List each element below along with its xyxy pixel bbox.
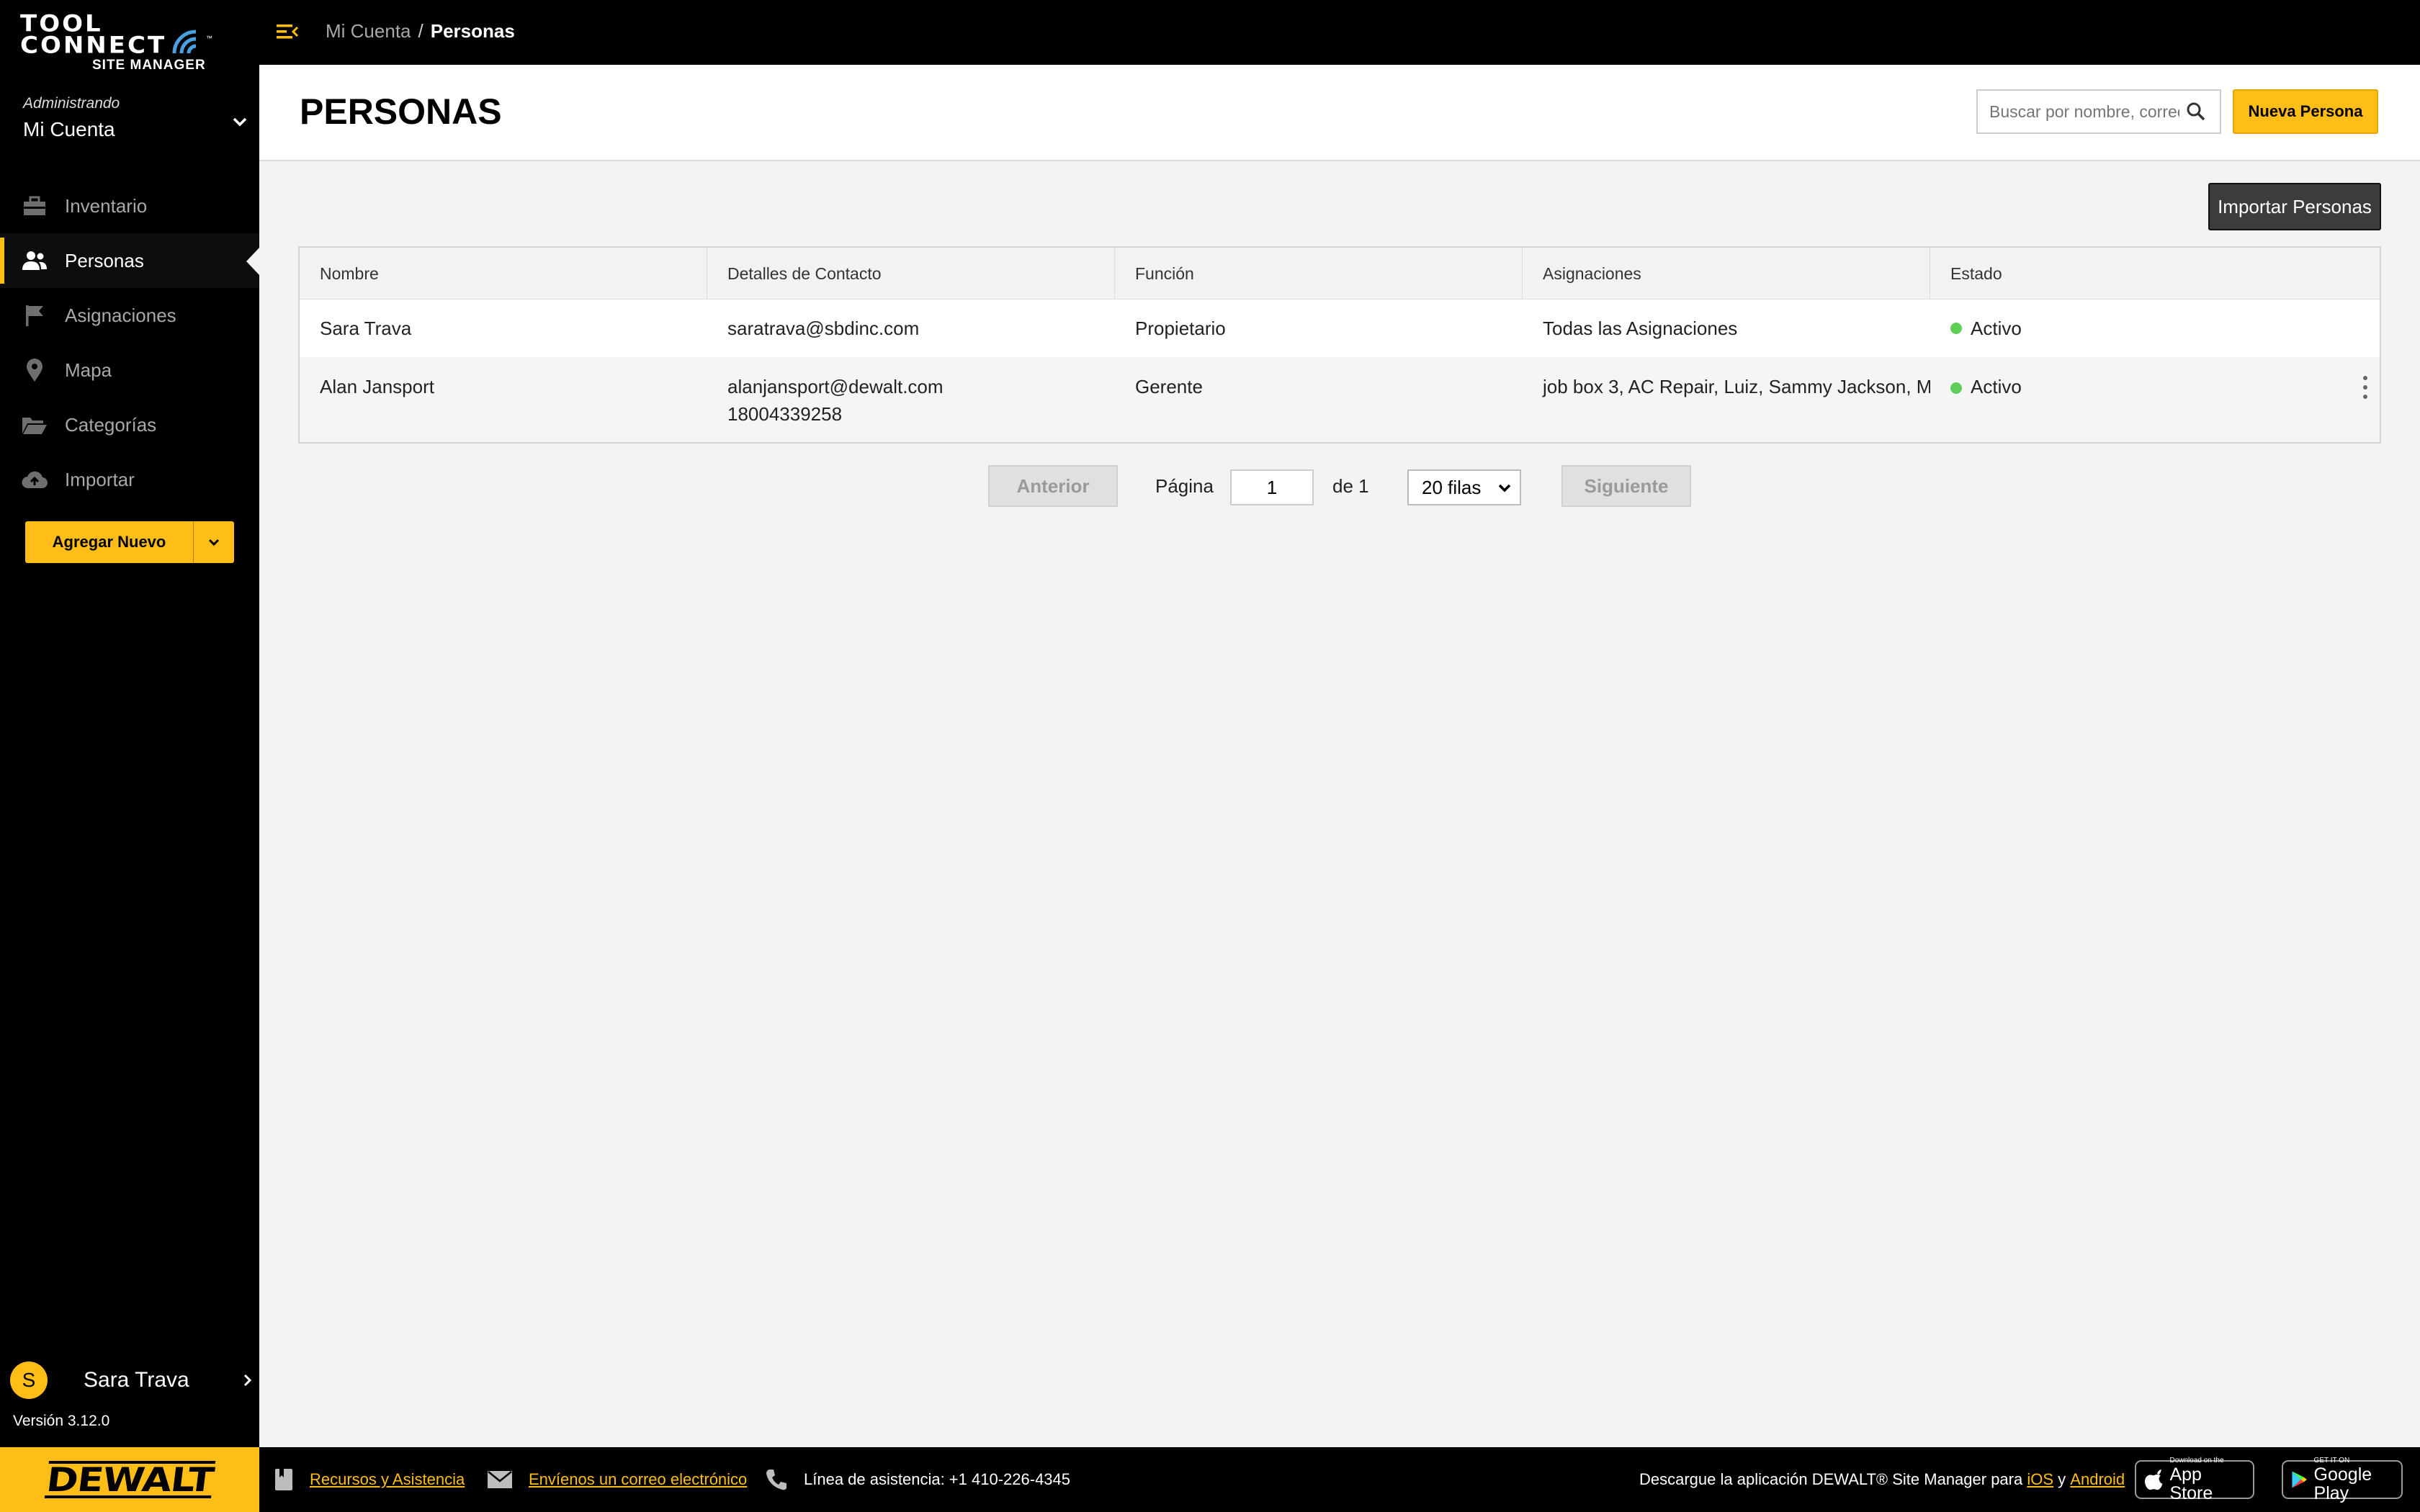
footer: DEWALT Recursos y Asistencia Envíenos un… [0, 1447, 2420, 1512]
hotline-item: Línea de asistencia: +1 410-226-4345 [765, 1447, 1070, 1512]
breadcrumb-separator: / [418, 20, 424, 42]
resources-link[interactable]: Recursos y Asistencia [310, 1470, 465, 1489]
user-name: Sara Trava [84, 1368, 189, 1392]
apple-icon [2144, 1469, 2163, 1490]
sidebar-item-label: Mapa [65, 359, 112, 381]
breadcrumb-current: Personas [430, 20, 515, 42]
cell-phone: 18004339258 [727, 403, 843, 425]
cell-assignments: Todas las Asignaciones [1543, 317, 1738, 339]
cell-email: alanjansport@dewalt.com [727, 376, 944, 397]
sidebar-item-label: Inventario [65, 194, 148, 217]
table-row[interactable]: Alan Jansport alanjansport@dewalt.com 18… [300, 357, 2380, 442]
phone-icon [765, 1468, 788, 1491]
sidebar-item-label: Categorías [65, 413, 157, 436]
cell-assignments: job box 3, AC Repair, Luiz, Sammy Jackso… [1543, 376, 1930, 397]
email-link-item[interactable]: Envíenos un correo electrónico [487, 1447, 747, 1512]
admin-label: Administrando [23, 95, 120, 112]
status-dot [1950, 323, 1962, 334]
people-icon [22, 248, 48, 274]
folder-icon [22, 412, 48, 438]
cell-contact: alanjansport@dewalt.com 18004339258 [707, 357, 1115, 442]
envelope-icon [487, 1470, 513, 1489]
user-menu[interactable]: S Sara Trava [10, 1361, 255, 1400]
cloud-upload-icon [22, 467, 48, 492]
tool-connect-logo[interactable]: TOOL CONNECT SITE MANAGER ™ [20, 12, 222, 73]
table-row[interactable]: Sara Trava saratrava@sbdinc.com Propieta… [300, 300, 2380, 357]
wifi-signal-icon [172, 30, 197, 54]
sidebar-item-label: Personas [65, 249, 144, 271]
search-input[interactable] [1978, 91, 2179, 132]
previous-page-button[interactable]: Anterior [988, 465, 1118, 507]
page-title: PERSONAS [300, 91, 502, 132]
import-people-button[interactable]: Importar Personas [2208, 183, 2381, 230]
page-header: PERSONAS Nueva Persona [259, 65, 2420, 161]
column-header-contact[interactable]: Detalles de Contacto [707, 248, 1115, 300]
status-badge: Activo [1971, 317, 2022, 339]
flag-icon [22, 302, 48, 328]
email-link[interactable]: Envíenos un correo electrónico [529, 1470, 747, 1489]
chevron-down-icon[interactable] [194, 521, 234, 563]
cell-email: saratrava@sbdinc.com [727, 317, 920, 339]
status-badge: Activo [1971, 376, 2022, 397]
sidebar-item-personas[interactable]: Personas [0, 233, 259, 288]
chevron-down-icon[interactable] [229, 111, 251, 132]
dewalt-logo: DEWALT [0, 1447, 259, 1512]
sidebar-item-mapa[interactable]: Mapa [0, 343, 259, 397]
cell-name: Alan Jansport [320, 376, 434, 397]
avatar: S [10, 1362, 48, 1399]
search-icon[interactable] [2179, 102, 2213, 122]
cell-name: Sara Trava [320, 317, 412, 339]
breadcrumb: Mi Cuenta / Personas [326, 20, 515, 42]
cell-status: Activo [1930, 357, 2380, 442]
app-store-badge[interactable]: Download on the App Store [2135, 1457, 2254, 1503]
sidebar-item-asignaciones[interactable]: Asignaciones [0, 288, 259, 343]
new-person-button[interactable]: Nueva Persona [2233, 89, 2378, 134]
column-header-name[interactable]: Nombre [300, 248, 707, 300]
cell-status: Activo [1930, 300, 2380, 357]
cell-role: Gerente [1135, 376, 1203, 397]
sidebar-item-inventario[interactable]: Inventario [0, 179, 259, 233]
chevron-right-icon [243, 1374, 252, 1387]
page-total-label: de 1 [1332, 474, 1369, 497]
status-dot [1950, 382, 1962, 395]
chevron-down-icon [1498, 484, 1511, 492]
column-header-status[interactable]: Estado [1930, 248, 2380, 300]
hotline-text: Línea de asistencia: +1 410-226-4345 [804, 1470, 1071, 1488]
collapse-menu-icon[interactable] [275, 22, 300, 42]
google-play-icon [2292, 1471, 2307, 1488]
add-new-button[interactable]: Agregar Nuevo [25, 521, 234, 563]
ios-link[interactable]: iOS [2027, 1470, 2053, 1489]
column-header-role[interactable]: Función [1115, 248, 1523, 300]
resources-link-item[interactable]: Recursos y Asistencia [274, 1447, 465, 1512]
download-app-text: Descargue la aplicación DEWALT® Site Man… [1639, 1470, 2125, 1489]
sidebar-item-importar[interactable]: Importar [0, 452, 259, 507]
people-table: Nombre Detalles de Contacto Función Asig… [298, 246, 2381, 444]
sidebar: TOOL CONNECT SITE MANAGER ™ Administrand… [0, 0, 259, 1447]
rows-per-page-select[interactable]: 20 filas [1407, 469, 1521, 505]
sidebar-nav: Inventario Personas Asignaciones Mapa Ca… [0, 179, 259, 507]
sidebar-item-categorias[interactable]: Categorías [0, 397, 259, 452]
add-new-label[interactable]: Agregar Nuevo [25, 521, 194, 563]
breadcrumb-parent[interactable]: Mi Cuenta [326, 20, 411, 42]
account-name[interactable]: Mi Cuenta [23, 118, 115, 141]
page-number-input[interactable] [1230, 469, 1314, 505]
table-header: Nombre Detalles de Contacto Función Asig… [300, 248, 2380, 300]
cell-role: Propietario [1135, 317, 1226, 339]
version-label: Versión 3.12.0 [13, 1413, 110, 1429]
top-bar: Mi Cuenta / Personas [259, 0, 2420, 65]
google-play-badge[interactable]: GET IT ON Google Play [2282, 1457, 2403, 1503]
sidebar-item-label: Asignaciones [65, 304, 176, 326]
next-page-button[interactable]: Siguiente [1561, 465, 1691, 507]
toolbox-icon [22, 193, 48, 219]
column-header-assignments[interactable]: Asignaciones [1523, 248, 1930, 300]
book-icon [274, 1467, 294, 1492]
page-label: Página [1155, 474, 1214, 497]
search-box[interactable] [1976, 89, 2221, 134]
more-options-icon[interactable] [2358, 373, 2372, 402]
rows-per-page-value: 20 filas [1422, 476, 1482, 498]
sidebar-item-label: Importar [65, 468, 135, 490]
android-link[interactable]: Android [2070, 1470, 2125, 1489]
map-pin-icon [22, 357, 48, 383]
